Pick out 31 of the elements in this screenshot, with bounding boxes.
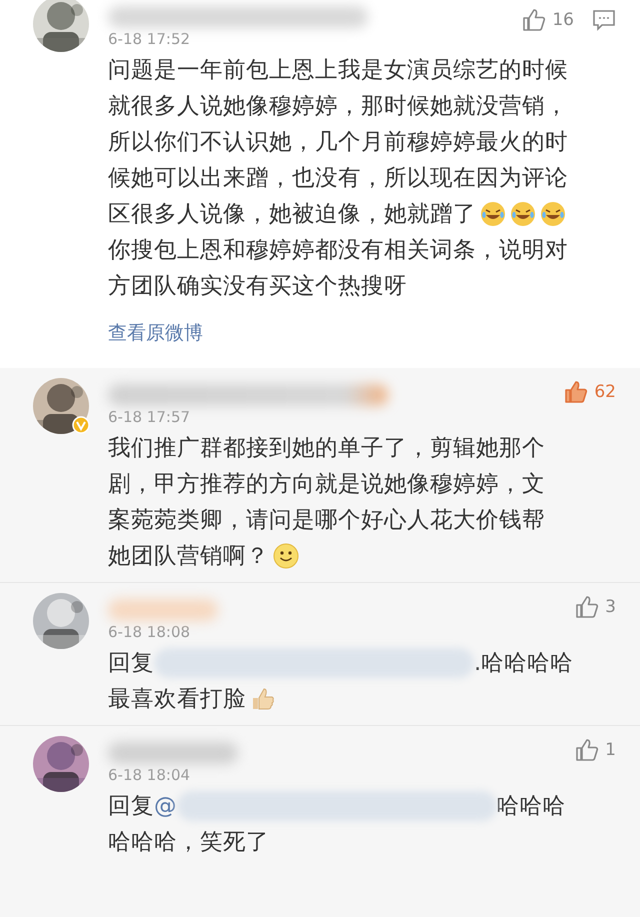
comment-text: 候她可以出来蹭，也没有，所以现在因为评论 [108, 164, 568, 193]
comment-time: 6-18 17:57 [108, 408, 192, 426]
comment-icon[interactable] [592, 9, 616, 31]
comment-text: 回复 [108, 792, 154, 821]
comment-text: 就很多人说她像穆婷婷，那时候她就没营销， [108, 92, 568, 121]
comment-text: 区很多人说像，她被迫像，她就蹭了 [108, 200, 476, 229]
comment-text: 哈哈哈，笑死了 [108, 828, 269, 857]
comment-time: 6-18 17:52 [108, 30, 192, 48]
comment-text: 回复 [108, 649, 154, 678]
comment-text: 案菀菀类卿，请问是哪个好心人花大价钱帮 [108, 506, 545, 535]
comment-time: 6-18 18:04 [108, 766, 192, 784]
comment-text: 方团队确实没有买这个热搜呀 [108, 272, 407, 301]
comment-text: 我们推广群都接到她的单子了，剪辑她那个 [108, 434, 545, 463]
comment-text: .哈哈哈哈 [474, 649, 574, 678]
like-button[interactable]: 62 [564, 380, 616, 404]
comment-time: 6-18 18:08 [108, 623, 192, 641]
thumbs-up-emoji-icon [250, 686, 276, 712]
smiley-emoji-icon [273, 543, 299, 569]
laughing-crying-emoji-icon [480, 201, 506, 227]
laughing-crying-emoji-icon [510, 201, 536, 227]
comment-text: 最喜欢看打脸 [108, 685, 246, 714]
like-button[interactable]: 16 [522, 8, 574, 32]
mention-link[interactable]: @ [154, 788, 176, 824]
comment-text: 问题是一年前包上恩上我是女演员综艺的时候 [108, 56, 568, 85]
comment-text: 剧，甲方推荐的方向就是说她像穆婷婷，文 [108, 470, 545, 499]
comment-text: 她团队营销啊？ [108, 542, 269, 571]
laughing-crying-emoji-icon [540, 201, 566, 227]
comment-text: 你搜包上恩和穆婷婷都没有相关词条，说明对 [108, 236, 568, 265]
view-original-post-link[interactable]: 查看原微博 [108, 320, 203, 346]
comment-text: 所以你们不认识她，几个月前穆婷婷最火的时 [108, 128, 568, 157]
comment-text: 哈哈哈 [496, 792, 566, 821]
